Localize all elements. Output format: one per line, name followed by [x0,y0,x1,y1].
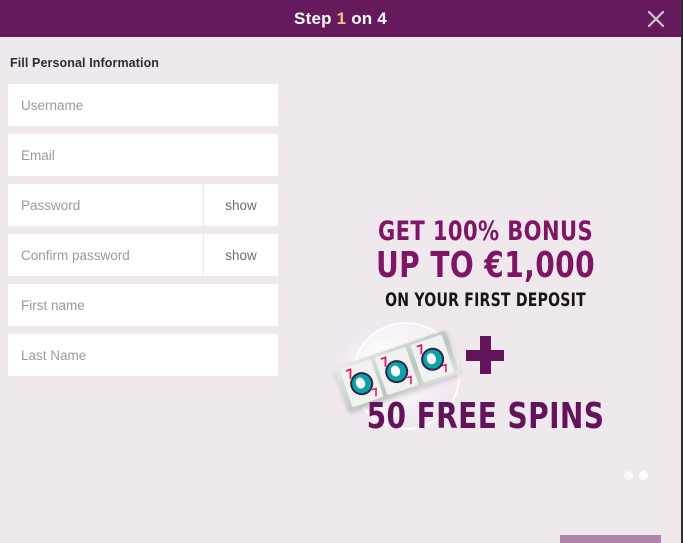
promo-headline-bonus: GET 100% BONUS [377,216,594,247]
field-password: show [8,184,278,226]
step-number: 1 [336,9,347,28]
confirm-password-show-toggle[interactable]: show [203,234,278,276]
password-show-toggle[interactable]: show [203,184,278,226]
modal-body: Fill Personal Information show show [0,37,681,543]
promo-subheadline: ON YOUR FIRST DEPOSIT [385,289,586,312]
field-last-name [8,334,278,376]
last-name-input[interactable] [8,334,278,376]
page-title: Step 1 on 4 [294,10,387,27]
promo-free-spins: 50 FREE SPINS [366,396,605,438]
field-first-name [8,284,278,326]
form-fields: show show [0,84,286,376]
registration-modal: Step 1 on 4 Fill Personal Information Us… [0,0,683,543]
username-input[interactable] [8,84,278,126]
field-confirm-password: show [8,234,278,276]
plus-icon [466,336,504,375]
title-suffix: on 4 [346,9,387,28]
close-button[interactable] [639,0,673,37]
field-username [8,84,278,126]
first-name-input[interactable] [8,284,278,326]
pagination-dot-1[interactable] [624,471,633,480]
email-input[interactable] [8,134,278,176]
next-button[interactable]: NEXT [560,535,661,543]
pagination-dot-2[interactable] [639,471,648,480]
personal-info-form: Fill Personal Information show show [0,37,286,384]
confirm-password-input[interactable] [8,234,203,276]
promo-banner: GET 100% BONUS UP TO €1,000 ON YOUR FIRS… [290,37,681,543]
carousel-pagination [624,471,648,480]
promo-text-block: GET 100% BONUS UP TO €1,000 ON YOUR FIRS… [290,217,681,453]
slot-reel: 7 7 [410,334,455,384]
form-section-label: Fill Personal Information [10,56,160,70]
field-email [8,134,278,176]
promo-visual: 7 7 7 7 7 7 50 FREE SPINS [290,318,681,453]
password-input[interactable] [8,184,203,226]
modal-header: Step 1 on 4 [0,0,681,37]
promo-headline-amount: UP TO €1,000 [375,245,595,287]
title-prefix: Step [294,9,337,28]
close-icon [647,10,665,28]
